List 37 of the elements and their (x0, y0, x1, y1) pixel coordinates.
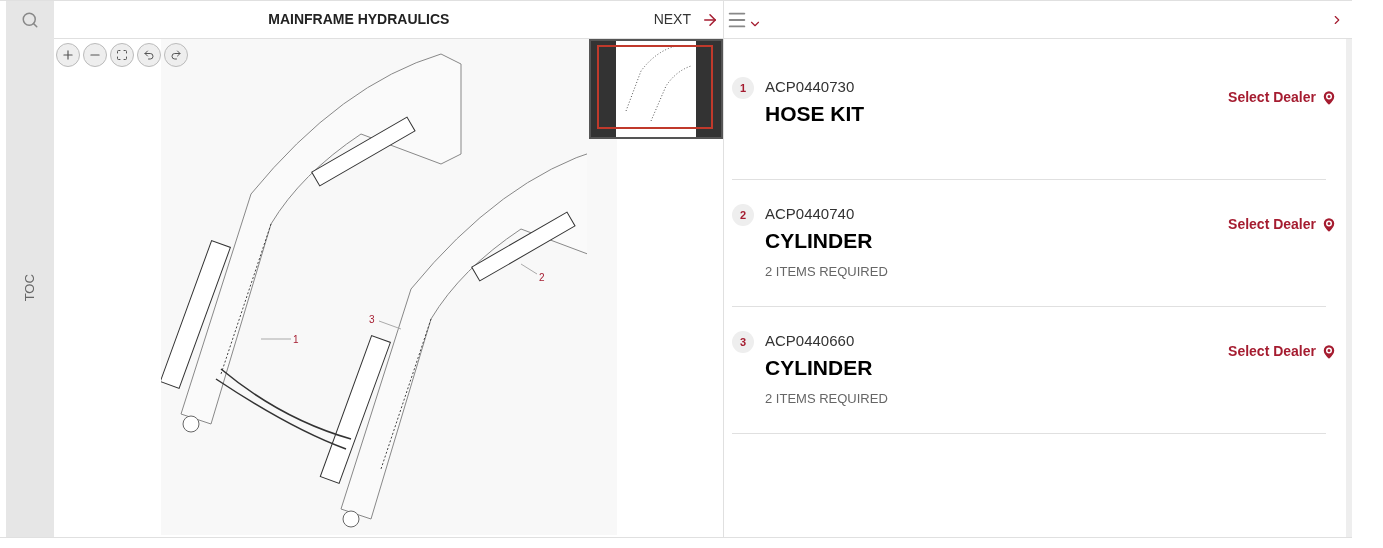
zoom-in-button[interactable] (56, 43, 80, 67)
search-icon[interactable] (21, 11, 39, 29)
fullscreen-icon (116, 49, 128, 61)
item-number: 3 (732, 331, 754, 353)
leader-line (260, 338, 292, 340)
rotate-left-button[interactable] (137, 43, 161, 67)
callout-number: 3 (369, 314, 375, 325)
plus-icon (61, 48, 75, 62)
undo-arrow-icon (143, 49, 155, 61)
item-number: 2 (732, 204, 754, 226)
quantity-text: 2 ITEMS REQUIRED (765, 263, 889, 281)
overview-thumbnail[interactable] (589, 39, 723, 139)
part-number: ACP0440730 (765, 77, 856, 97)
part-number: ACP0440660 (765, 331, 856, 351)
page-title: MAINFRAME HYDRAULICS (267, 10, 451, 29)
fit-screen-button[interactable] (110, 43, 134, 67)
part-number: ACP0440740 (765, 204, 856, 224)
callout-number: 1 (293, 334, 299, 345)
leader-line (378, 320, 402, 330)
item-number: 1 (732, 77, 754, 99)
quantity-text: 2 ITEMS REQUIRED (765, 390, 889, 408)
select-dealer-link[interactable]: Select Dealer (1228, 214, 1338, 235)
next-button[interactable]: NEXT (653, 9, 723, 30)
map-pin-icon (1320, 342, 1338, 361)
leader-line (520, 263, 538, 275)
viewport-frame[interactable] (597, 45, 713, 129)
toc-tab[interactable]: TOC (20, 274, 40, 302)
map-pin-icon (1320, 215, 1338, 234)
part-name: HOSE KIT (765, 101, 866, 127)
select-dealer-link[interactable]: Select Dealer (1228, 87, 1338, 108)
map-pin-icon (1320, 88, 1338, 107)
part-name: CYLINDER (765, 228, 874, 254)
zoom-out-button[interactable] (83, 43, 107, 67)
part-name: CYLINDER (765, 355, 874, 381)
select-dealer-link[interactable]: Select Dealer (1228, 341, 1338, 362)
callout-number: 2 (539, 272, 545, 283)
redo-arrow-icon (170, 49, 182, 61)
